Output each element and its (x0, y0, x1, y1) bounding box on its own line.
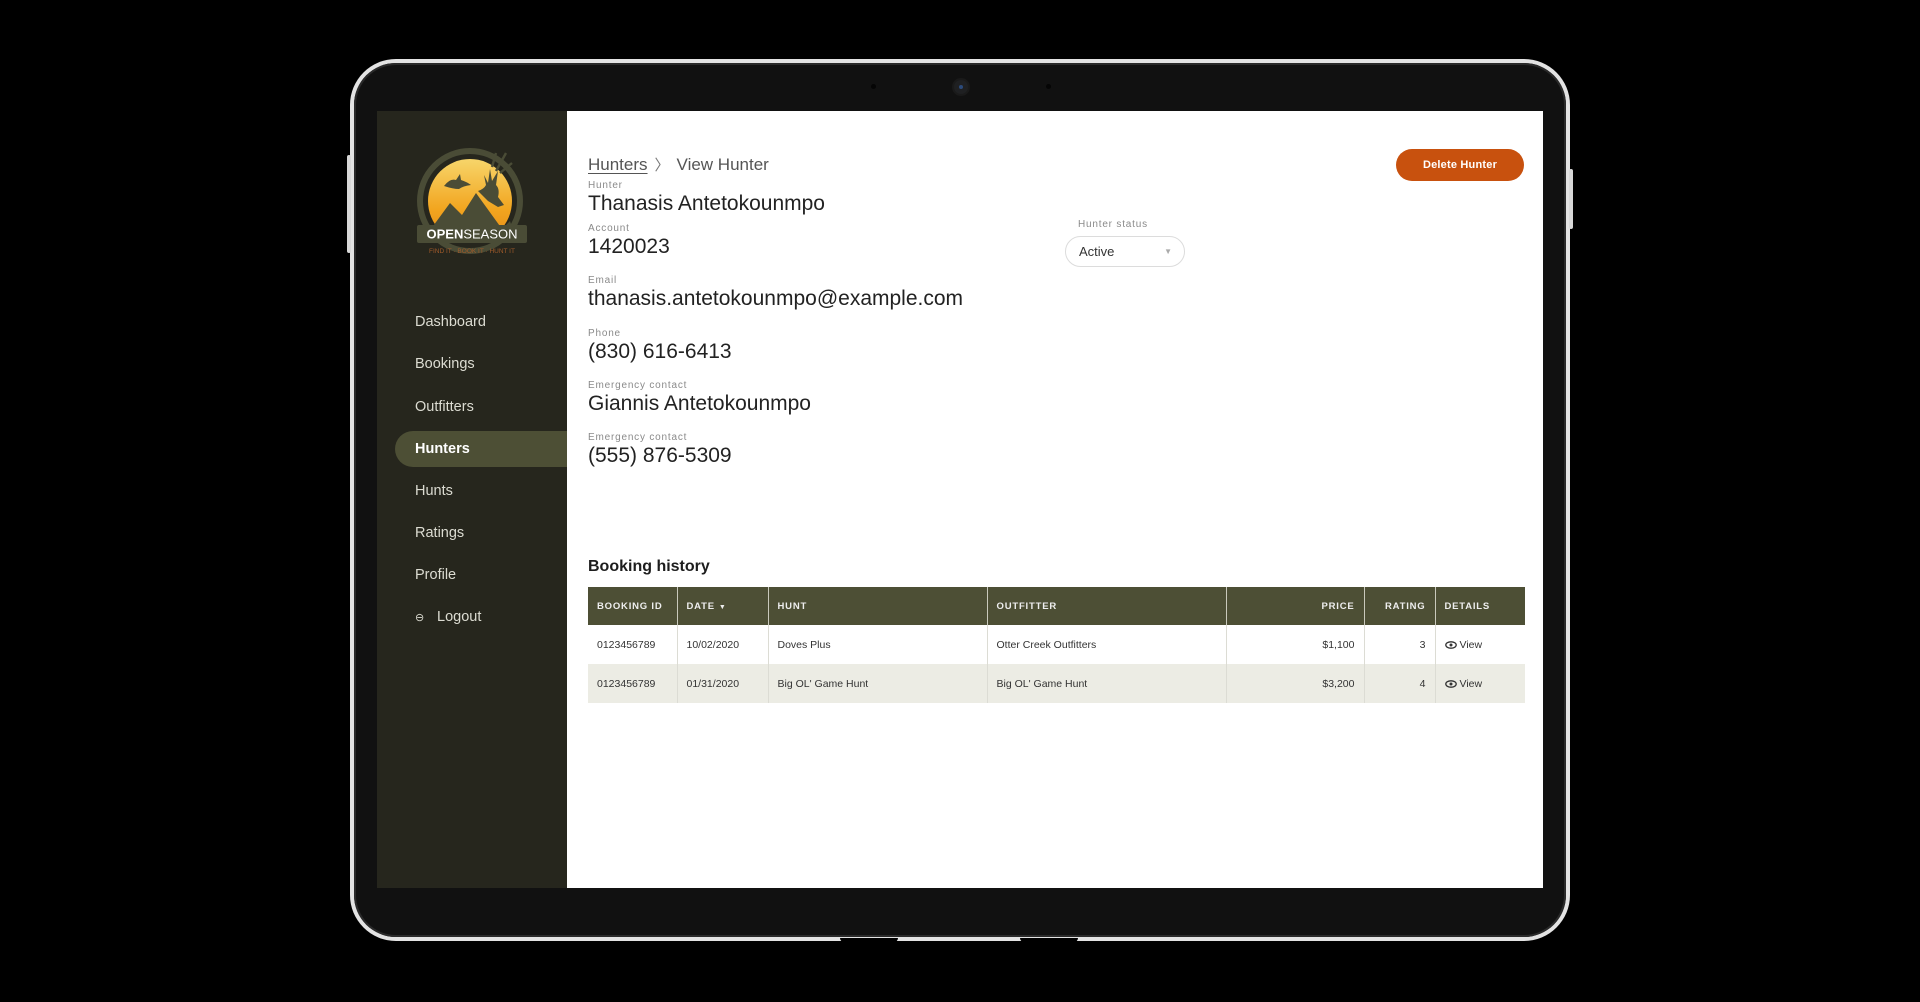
booking-id-cell: 0123456789 (588, 664, 677, 703)
front-sensor-icon (1046, 84, 1051, 89)
account-label: Account (588, 223, 630, 234)
date-cell: 10/02/2020 (676, 625, 768, 664)
column-header-rating[interactable]: RATING (1363, 587, 1435, 625)
table-row: 0123456789 01/31/2020 Big OL' Game Hunt … (588, 664, 1525, 703)
sidebar-item-dashboard[interactable]: Dashboard (395, 304, 567, 340)
tablet-bottom-notch (840, 938, 898, 942)
delete-hunter-button[interactable]: Delete Hunter (1396, 149, 1524, 181)
hunter-name-value: Thanasis Antetokounmpo (588, 192, 825, 215)
rating-cell: 4 (1363, 664, 1435, 703)
outfitter-cell: Otter Creek Outfitters (986, 625, 1226, 664)
hunter-status-value: Active (1079, 244, 1115, 259)
column-header-booking-id[interactable]: BOOKING ID (588, 587, 677, 625)
sidebar-item-label: Logout (437, 609, 482, 625)
chevron-right-icon: 〉 (654, 157, 670, 174)
booking-history-table: BOOKING ID DATE ▼ HUNT OUTFITTER PRICE RA… (588, 587, 1525, 703)
sidebar-item-label: Bookings (415, 356, 475, 372)
phone-value: (830) 616-6413 (588, 340, 732, 363)
hunter-status-label: Hunter status (1078, 219, 1148, 230)
outfitter-cell: Big OL' Game Hunt (986, 664, 1226, 703)
sidebar-item-hunters[interactable]: Hunters (395, 431, 567, 467)
emergency-contact-phone-label: Emergency contact (588, 432, 688, 443)
main-content: Hunters 〉 View Hunter Delete Hunter Hunter… (567, 111, 1543, 888)
eye-icon (1444, 640, 1457, 649)
hunter-name-label: Hunter (588, 180, 623, 191)
column-header-date[interactable]: DATE ▼ (676, 587, 768, 625)
column-header-price[interactable]: PRICE (1225, 587, 1364, 625)
column-header-details: DETAILS (1434, 587, 1525, 625)
booking-history-title: Booking history (588, 558, 710, 575)
logo-emblem-icon: OPENSEASON FIND IT · BOOK IT · HUNT IT (417, 148, 527, 255)
sidebar-item-label: Outfitters (415, 399, 474, 415)
tablet-side-button-right (1569, 169, 1573, 229)
sidebar-item-label: Ratings (415, 525, 465, 541)
svg-text:FIND IT · BOOK IT · HUNT IT: FIND IT · BOOK IT · HUNT IT (429, 248, 515, 255)
breadcrumb-current: View Hunter (676, 155, 769, 174)
emergency-contact-name-value: Giannis Antetokounmpo (588, 392, 811, 415)
email-value: thanasis.antetokounmpo@example.com (588, 287, 964, 310)
view-booking-link[interactable]: View (1444, 639, 1482, 651)
details-cell: View (1434, 625, 1525, 664)
column-header-outfitter[interactable]: OUTFITTER (986, 587, 1226, 625)
sidebar-item-label: Dashboard (415, 314, 486, 330)
eye-icon (1444, 679, 1457, 688)
phone-label: Phone (588, 328, 621, 339)
sidebar-item-hunts[interactable]: Hunts (395, 473, 567, 509)
sidebar-item-label: Hunters (415, 441, 470, 457)
front-sensor-icon (871, 84, 876, 89)
hunt-cell: Big OL' Game Hunt (767, 664, 987, 703)
sort-desc-icon: ▼ (718, 603, 727, 611)
price-cell: $3,200 (1225, 664, 1364, 703)
sidebar-item-label: Hunts (415, 483, 453, 499)
app-screen: OPENSEASON FIND IT · BOOK IT · HUNT IT D… (377, 111, 1543, 888)
sidebar-item-outfitters[interactable]: Outfitters (395, 389, 567, 425)
account-value: 1420023 (588, 235, 670, 258)
front-camera-icon (954, 80, 968, 94)
hunter-status-select[interactable]: Active ▼ (1065, 236, 1185, 267)
booking-id-cell: 0123456789 (588, 625, 677, 664)
details-cell: View (1434, 664, 1525, 703)
tablet-side-button-left (347, 155, 351, 253)
table-header-row: BOOKING ID DATE ▼ HUNT OUTFITTER PRICE RA… (588, 587, 1525, 625)
logout-icon: ⊖ (415, 612, 425, 624)
sidebar-item-ratings[interactable]: Ratings (395, 515, 567, 551)
email-label: Email (588, 275, 618, 286)
emergency-contact-phone-value: (555) 876-5309 (588, 444, 732, 467)
emergency-contact-name-label: Emergency contact (588, 380, 688, 391)
sidebar-item-logout[interactable]: ⊖ Logout (395, 599, 567, 635)
sidebar-item-bookings[interactable]: Bookings (395, 346, 567, 382)
rating-cell: 3 (1363, 625, 1435, 664)
column-header-hunt[interactable]: HUNT (767, 587, 987, 625)
view-booking-link[interactable]: View (1444, 678, 1482, 690)
price-cell: $1,100 (1225, 625, 1364, 664)
breadcrumb: Hunters 〉 View Hunter (588, 154, 769, 175)
date-cell: 01/31/2020 (676, 664, 768, 703)
table-row: 0123456789 10/02/2020 Doves Plus Otter C… (588, 625, 1525, 664)
tablet-bottom-notch (1020, 938, 1078, 942)
sidebar-item-profile[interactable]: Profile (395, 557, 567, 593)
hunt-cell: Doves Plus (767, 625, 987, 664)
chevron-down-icon: ▼ (1164, 247, 1172, 256)
openseason-logo[interactable]: OPENSEASON FIND IT · BOOK IT · HUNT IT (410, 141, 535, 259)
sidebar-item-label: Profile (415, 567, 457, 583)
breadcrumb-hunters-link[interactable]: Hunters (588, 155, 648, 174)
sidebar: OPENSEASON FIND IT · BOOK IT · HUNT IT D… (377, 111, 567, 888)
svg-text:OPENSEASON: OPENSEASON (426, 227, 517, 242)
